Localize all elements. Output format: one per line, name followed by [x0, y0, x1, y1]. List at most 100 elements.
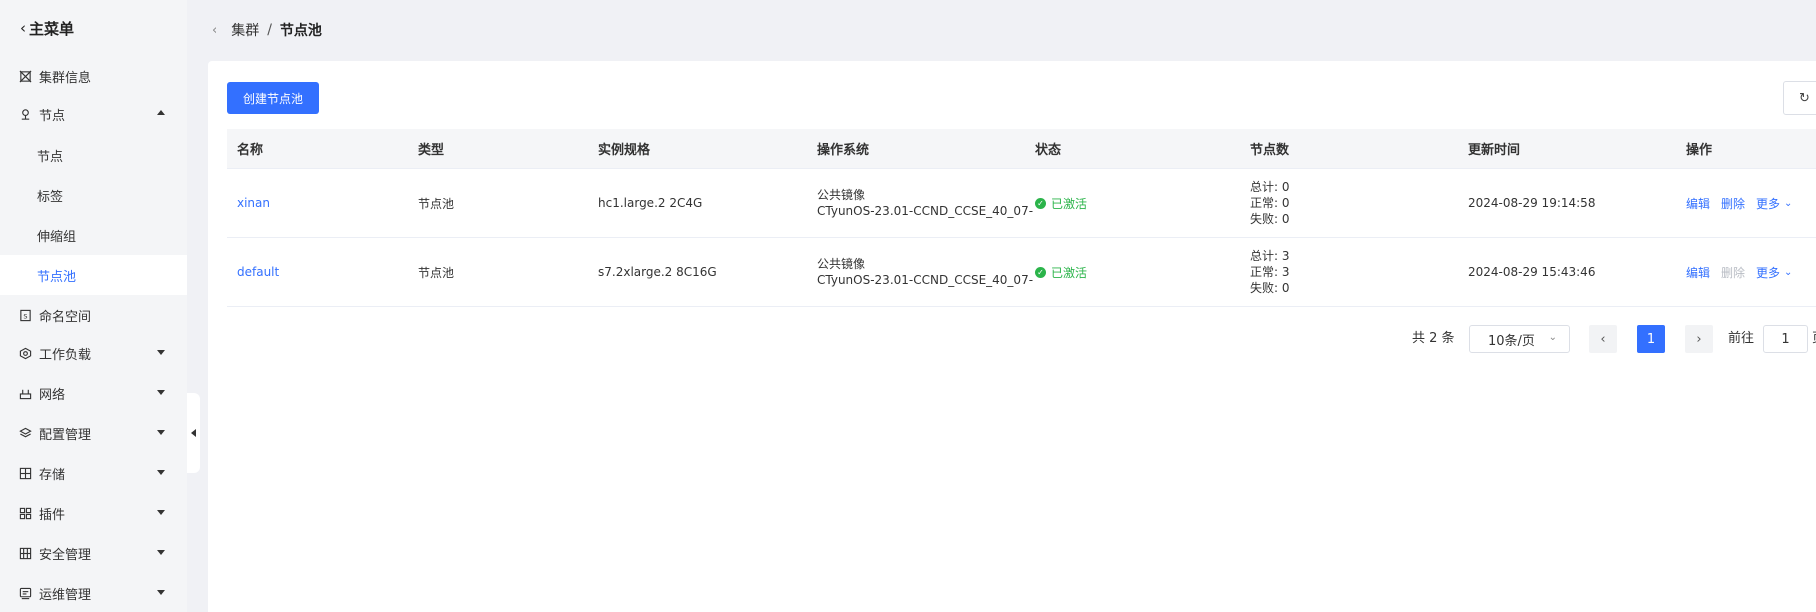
edit-link[interactable]: 编辑: [1686, 264, 1710, 281]
column-header: 操作系统: [817, 143, 870, 158]
cell-updated-time: 2024-08-29 19:14:58: [1468, 196, 1596, 210]
sidebar-subitem-labels[interactable]: 标签: [0, 175, 187, 215]
refresh-button[interactable]: ↻: [1783, 81, 1816, 115]
page-size-value: 10条/页: [1488, 333, 1535, 349]
caret-left-icon: [191, 429, 196, 437]
caret-up-icon: [157, 110, 165, 115]
more-label: 更多: [1756, 196, 1781, 211]
chevron-down-icon: ⌄: [1784, 197, 1793, 209]
check-circle-icon: ✓: [1035, 266, 1046, 278]
status-label: 已激活: [1051, 196, 1088, 211]
sidebar-item-label: 集群信息: [39, 70, 92, 86]
sidebar-subitem-nodes[interactable]: 节点: [0, 135, 187, 175]
column-header: 类型: [418, 143, 445, 158]
node-pool-table: 名称 类型 实例规格 操作系统 状态 节点数 更新时间 操作 xinan 节点池…: [227, 129, 1816, 307]
sidebar-item-nodes[interactable]: 节点: [0, 94, 187, 134]
create-node-pool-button[interactable]: 创建节点池: [227, 82, 319, 114]
chevron-down-icon: ⌄: [1784, 266, 1793, 278]
cell-os: 公共镜像 CTyunOS-23.01-CCND_CCSE_40_07-: [817, 238, 1033, 306]
sidebar-item-namespace[interactable]: S 命名空间: [0, 295, 187, 335]
pagination: 共 2 条 10条/页 ⌄ ‹ 1 › 前往 页: [208, 325, 1816, 353]
page-number-button[interactable]: 1: [1637, 325, 1665, 353]
sidebar-item-config[interactable]: 配置管理: [0, 413, 187, 453]
node-pool-name-link[interactable]: default: [237, 265, 279, 279]
chevron-left-icon: ‹: [20, 19, 26, 37]
more-dropdown[interactable]: 更多 ⌄: [1756, 264, 1792, 281]
sidebar-subitem-label: 伸缩组: [37, 229, 77, 245]
workload-icon: [18, 346, 32, 360]
chevron-left-icon: ‹: [1600, 331, 1606, 347]
sidebar-item-label: 节点: [39, 108, 66, 124]
sidebar-subitem-label: 节点池: [37, 269, 77, 285]
back-chevron-icon[interactable]: ‹: [212, 23, 217, 38]
breadcrumb-current: 节点池: [279, 23, 322, 39]
status-badge: ✓ 已激活: [1035, 264, 1087, 281]
sidebar-item-network[interactable]: 网络: [0, 373, 187, 413]
column-header: 操作: [1686, 143, 1713, 158]
pagination-total: 共 2 条: [1412, 331, 1455, 346]
plugin-icon: [18, 506, 32, 520]
sidebar-item-ops[interactable]: 运维管理: [0, 573, 187, 612]
caret-down-icon: [157, 430, 165, 435]
caret-down-icon: [157, 550, 165, 555]
cell-name: xinan: [237, 169, 270, 237]
sidebar-item-label: 配置管理: [39, 427, 92, 443]
network-icon: [18, 386, 32, 400]
sidebar-item-plugins[interactable]: 插件: [0, 493, 187, 533]
cell-node-count: 总计: 3 正常: 3 失败: 0: [1250, 238, 1290, 306]
column-header: 实例规格: [598, 143, 651, 158]
storage-icon: [18, 466, 32, 480]
refresh-icon: ↻: [1799, 90, 1810, 106]
caret-down-icon: [157, 590, 165, 595]
sidebar-item-label: 运维管理: [39, 587, 92, 603]
caret-down-icon: [157, 350, 165, 355]
goto-page-input[interactable]: [1763, 325, 1808, 353]
chevron-down-icon: ⌄: [1548, 332, 1557, 343]
column-header: 状态: [1035, 143, 1062, 158]
os-image-type: 公共镜像: [817, 188, 866, 202]
sidebar-item-storage[interactable]: 存储: [0, 453, 187, 493]
edit-link[interactable]: 编辑: [1686, 195, 1710, 212]
sidebar-subitem-label: 标签: [37, 189, 64, 205]
more-dropdown[interactable]: 更多 ⌄: [1756, 195, 1792, 212]
sidebar-item-security[interactable]: 安全管理: [0, 533, 187, 573]
node-count-normal: 正常: 3: [1250, 265, 1290, 279]
prev-page-button[interactable]: ‹: [1589, 325, 1617, 353]
column-header: 更新时间: [1468, 143, 1521, 158]
caret-down-icon: [157, 510, 165, 515]
table-row: xinan 节点池 hc1.large.2 2C4G 公共镜像 CTyunOS-…: [227, 169, 1816, 238]
config-icon: [18, 426, 32, 440]
node-count-total: 总计: 0: [1250, 180, 1290, 194]
caret-down-icon: [157, 470, 165, 475]
cell-name: default: [237, 238, 279, 306]
main-menu-back[interactable]: ‹ 主菜单: [20, 16, 74, 40]
breadcrumb-parent[interactable]: 集群: [231, 20, 259, 40]
svg-text:S: S: [23, 312, 27, 320]
os-image-type: 公共镜像: [817, 257, 866, 271]
node-pool-name-link[interactable]: xinan: [237, 196, 270, 210]
cell-spec: hc1.large.2 2C4G: [598, 196, 703, 210]
sidebar-item-label: 存储: [39, 467, 66, 483]
status-badge: ✓ 已激活: [1035, 195, 1087, 212]
delete-link-disabled: 删除: [1721, 265, 1746, 280]
cluster-icon: [18, 69, 32, 83]
sidebar-item-cluster-info[interactable]: 集群信息: [0, 56, 187, 96]
sidebar-subitem-label: 节点: [37, 149, 64, 165]
sidebar-subitem-node-pool[interactable]: 节点池: [0, 255, 187, 295]
chevron-right-icon: ›: [1696, 331, 1702, 347]
next-page-button[interactable]: ›: [1685, 325, 1713, 353]
cell-type: 节点池: [418, 265, 455, 280]
os-image-name: CTyunOS-23.01-CCND_CCSE_40_07-: [817, 273, 1034, 287]
column-header: 节点数: [1250, 143, 1290, 158]
sidebar-item-workload[interactable]: 工作负载: [0, 333, 187, 373]
cell-actions: 编辑 删除 更多 ⌄: [1686, 238, 1792, 306]
app-root: ‹ 主菜单 集群信息 节点 节点 标签 伸缩组 节点池 S 命名空间 工作负载 …: [0, 0, 1816, 612]
page-size-select[interactable]: 10条/页 ⌄: [1469, 325, 1570, 353]
delete-link[interactable]: 删除: [1721, 195, 1745, 212]
sidebar-collapse-handle[interactable]: [187, 393, 200, 473]
sidebar: ‹ 主菜单 集群信息 节点 节点 标签 伸缩组 节点池 S 命名空间 工作负载 …: [0, 0, 187, 612]
sidebar-item-label: 命名空间: [39, 309, 92, 325]
sidebar-item-label: 网络: [39, 387, 66, 403]
sidebar-subitem-scaling-group[interactable]: 伸缩组: [0, 215, 187, 255]
breadcrumb: ‹ 集群 / 节点池: [212, 18, 322, 42]
